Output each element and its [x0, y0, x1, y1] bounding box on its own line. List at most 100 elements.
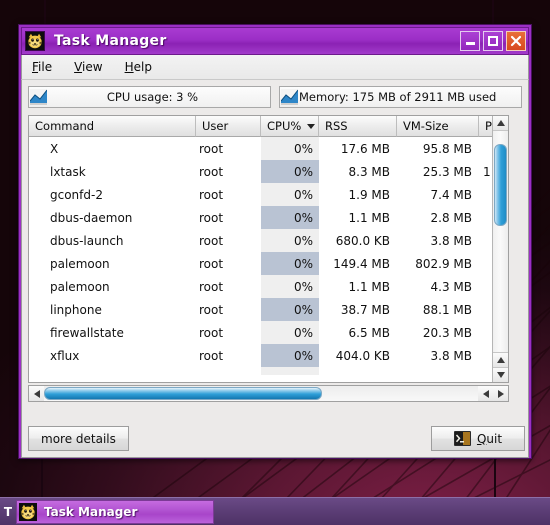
close-icon [510, 35, 522, 47]
cell-vmsize: 2.8 MB [430, 210, 472, 225]
process-table-header: Command User CPU% RSS VM-Size P [29, 116, 508, 137]
cell-vmsize: 3.8 MB [430, 348, 472, 363]
cat-icon [25, 31, 45, 51]
horizontal-scrollbar[interactable] [28, 385, 509, 402]
table-row[interactable]: xflux root 0% 404.0 KB 3.8 MB [29, 344, 508, 367]
column-header-user[interactable]: User [196, 116, 261, 137]
cell-command: palemoon [50, 279, 110, 294]
taskbar: T Task Manager [0, 497, 550, 525]
taskbar-task-button[interactable]: Task Manager [16, 499, 214, 524]
cell-command: linphone [50, 302, 102, 317]
cell-vmsize: 802.9 MB [415, 256, 472, 271]
window-titlebar[interactable]: Task Manager [21, 27, 529, 55]
menu-view[interactable]: View [74, 60, 102, 74]
cell-user: root [199, 302, 224, 317]
cell-rss: 8.3 MB [348, 164, 390, 179]
menu-file[interactable]: File [32, 60, 52, 74]
scroll-left-button-right[interactable] [478, 386, 493, 401]
quit-button[interactable]: Quit [431, 426, 525, 451]
process-table-body: Xroot 0% 17.6 MB 95.8 MB lxtask root 0% 8.3 MB 2… [29, 137, 508, 382]
table-row[interactable]: Xroot 0% 17.6 MB 95.8 MB [29, 137, 508, 160]
memory-usage-gauge[interactable]: Memory: 175 MB of 2911 MB used [279, 86, 522, 108]
screen-artifact-left [44, 0, 46, 24]
horizontal-scrollbar-track[interactable] [44, 386, 478, 401]
maximize-button[interactable] [483, 31, 503, 51]
scroll-up-button-bottom[interactable] [493, 352, 508, 367]
column-header-user-label: User [202, 119, 229, 133]
minimize-button[interactable] [460, 31, 480, 51]
dialog-button-bar: more details Quit [28, 426, 525, 451]
cell-vmsize: 4.3 MB [430, 279, 472, 294]
vertical-scrollbar-thumb[interactable] [494, 144, 507, 226]
memory-usage-label: Memory: 175 MB of 2911 MB used [299, 90, 497, 104]
cell-cpu: 0% [261, 160, 319, 183]
table-row[interactable]: palemoon root 0% 1.1 MB 4.3 MB [29, 275, 508, 298]
chevron-down-icon [497, 372, 505, 378]
cell-command-clipped [29, 367, 196, 375]
table-row[interactable]: linphone root 0% 38.7 MB 88.1 MB [29, 298, 508, 321]
cat-icon-taskbar [19, 502, 37, 521]
window-client-area: CPU usage: 3 % Memory: 175 MB of 2911 MB… [21, 79, 529, 458]
taskbar-task-label: Task Manager [44, 504, 138, 519]
column-header-command[interactable]: Command [29, 116, 196, 137]
cell-rss: 1.9 MB [348, 187, 390, 202]
column-header-p-label: P [485, 119, 492, 133]
column-header-vmsize[interactable]: VM-Size [397, 116, 479, 137]
table-row[interactable]: dbus-launch root 0% 680.0 KB 3.8 MB [29, 229, 508, 252]
cell-rss: 680.0 KB [335, 233, 390, 248]
cell-user: root [199, 348, 224, 363]
taskbar-left-letter[interactable]: T [0, 505, 16, 519]
table-row[interactable]: gconfd-2 root 0% 1.9 MB 7.4 MB [29, 183, 508, 206]
column-header-command-label: Command [35, 119, 95, 133]
table-row[interactable]: firewallstate root 0% 6.5 MB 20.3 MB [29, 321, 508, 344]
cell-vmsize: 20.3 MB [422, 325, 472, 340]
column-header-rss-label: RSS [325, 119, 348, 133]
scroll-right-button[interactable] [493, 386, 508, 401]
column-header-cpu[interactable]: CPU% [261, 116, 319, 137]
cpu-usage-gauge[interactable]: CPU usage: 3 % [28, 86, 271, 108]
cell-command: dbus-launch [50, 233, 124, 248]
cell-user: root [199, 164, 224, 179]
table-row[interactable]: dbus-daemon root 0% 1.1 MB 2.8 MB [29, 206, 508, 229]
cell-cpu: 0% [261, 275, 319, 298]
terminal-icon [453, 431, 471, 446]
more-details-button[interactable]: more details [28, 426, 129, 451]
menu-help[interactable]: Help [125, 60, 152, 74]
cell-rss: 1.1 MB [348, 279, 390, 294]
column-header-rss[interactable]: RSS [319, 116, 397, 137]
cell-command: firewallstate [50, 325, 124, 340]
table-row[interactable]: palemoon root 0% 149.4 MB 802.9 MB [29, 252, 508, 275]
desktop-background: Task Manager File View Help CPU usage: 3… [0, 0, 550, 525]
resource-gauges: CPU usage: 3 % Memory: 175 MB of 2911 MB… [28, 86, 522, 108]
sort-descending-icon [307, 123, 316, 129]
task-manager-window: Task Manager File View Help CPU usage: 3… [18, 24, 532, 459]
cell-rss: 149.4 MB [333, 256, 390, 271]
cell-rss-clipped [319, 367, 397, 375]
cell-cpu: 0% [261, 229, 319, 252]
close-button[interactable] [506, 31, 526, 51]
scroll-up-button[interactable] [493, 116, 508, 131]
cell-vmsize: 25.3 MB [422, 164, 472, 179]
table-row[interactable]: lxtask root 0% 8.3 MB 25.3 MB 1 [29, 160, 508, 183]
cell-cpu: 0% [261, 183, 319, 206]
scroll-left-button[interactable] [29, 386, 44, 401]
cpu-chart-icon [30, 89, 47, 105]
cell-user: root [199, 325, 224, 340]
vertical-scrollbar[interactable] [492, 116, 508, 382]
cell-rss: 6.5 MB [348, 325, 390, 340]
scroll-down-button[interactable] [493, 367, 508, 382]
cell-cpu: 0% [261, 206, 319, 229]
horizontal-scrollbar-thumb[interactable] [44, 387, 322, 400]
quit-label: Quit [476, 431, 503, 446]
cpu-usage-label: CPU usage: 3 % [106, 90, 199, 104]
chevron-right-icon [497, 389, 504, 398]
cell-command: xflux [50, 348, 80, 363]
table-row-clipped[interactable] [29, 367, 508, 375]
cell-rss: 404.0 KB [335, 348, 390, 363]
cell-cpu: 0% [261, 321, 319, 344]
cell-vmsize-clipped [397, 367, 479, 375]
cell-vmsize: 7.4 MB [430, 187, 472, 202]
screen-artifact-bottom-left [41, 459, 43, 497]
cell-user: root [199, 210, 224, 225]
cell-cpu-clipped [261, 367, 319, 375]
